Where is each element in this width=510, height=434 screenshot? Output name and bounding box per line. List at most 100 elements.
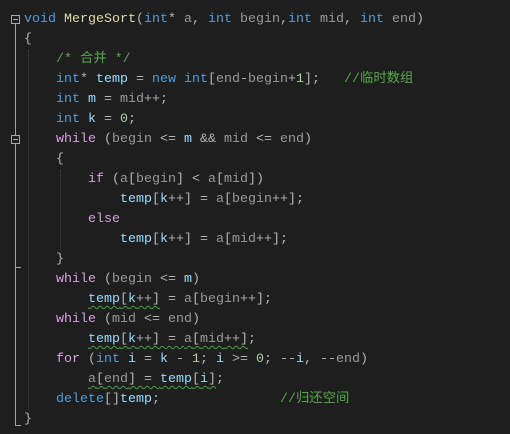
code-line[interactable]: { bbox=[24, 150, 424, 170]
punctuation-token: ]; bbox=[304, 72, 344, 87]
outline-region-end bbox=[15, 267, 21, 268]
code-line[interactable]: temp[k++] = a[mid++]; bbox=[24, 230, 424, 250]
code-line[interactable]: int k = 0; bbox=[24, 110, 424, 130]
punctuation-token: ; bbox=[128, 112, 136, 127]
punctuation-token: <= bbox=[136, 312, 168, 327]
punctuation-token: ; bbox=[216, 372, 224, 387]
punctuation-token: + bbox=[288, 72, 296, 87]
control-keyword-token: while bbox=[56, 272, 104, 287]
warning-squiggle[interactable]: a[end] = temp[i] bbox=[88, 372, 216, 387]
parameter-token: begin bbox=[239, 12, 280, 27]
punctuation-token: ++]; bbox=[240, 292, 272, 307]
parameter-token: mid bbox=[112, 312, 136, 327]
local-variable-token: i bbox=[296, 352, 304, 367]
warning-squiggle[interactable]: temp[k++] = a[mid++] bbox=[88, 332, 248, 347]
code-line[interactable]: /* 合并 */ bbox=[24, 50, 424, 70]
parameter-token: begin bbox=[248, 72, 288, 87]
local-variable-token: m bbox=[184, 132, 192, 147]
local-variable-token: temp bbox=[119, 232, 152, 247]
punctuation-token: ; -- bbox=[264, 352, 296, 367]
code-line[interactable]: if (a[begin] < a[mid]) bbox=[24, 170, 424, 190]
number-literal-token: 0 bbox=[256, 352, 264, 367]
local-variable-token: k bbox=[128, 332, 136, 347]
punctuation-token: ; bbox=[200, 352, 216, 367]
punctuation-token: * bbox=[80, 72, 96, 87]
punctuation-token: [ bbox=[151, 192, 160, 207]
local-variable-token: temp bbox=[120, 392, 152, 407]
collapse-icon[interactable] bbox=[11, 15, 20, 24]
local-variable-token: i bbox=[128, 352, 136, 367]
punctuation-token: ( bbox=[112, 172, 120, 187]
punctuation-token: [ bbox=[120, 332, 128, 347]
code-line[interactable]: } bbox=[24, 410, 424, 430]
local-variable-token: k bbox=[159, 192, 168, 207]
local-variable-token: k bbox=[159, 232, 168, 247]
code-line[interactable]: else bbox=[24, 210, 424, 230]
control-keyword-token: while bbox=[56, 132, 104, 147]
punctuation-token: { bbox=[24, 32, 32, 47]
punctuation-token: ; bbox=[152, 392, 280, 407]
code-line[interactable]: a[end] = temp[i]; bbox=[24, 370, 424, 390]
code-line[interactable]: for (int i = k - 1; i >= 0; --i, --end) bbox=[24, 350, 424, 370]
parameter-token: a bbox=[88, 372, 96, 387]
code-line[interactable]: } bbox=[24, 250, 424, 270]
keyword-token: int bbox=[287, 12, 320, 27]
function-name-token: MergeSort bbox=[64, 12, 136, 27]
punctuation-token: ++] = bbox=[167, 192, 216, 207]
warning-squiggle[interactable]: temp[k++] bbox=[88, 292, 160, 307]
punctuation-token: = bbox=[128, 72, 152, 87]
parameter-token: begin bbox=[112, 272, 152, 287]
local-variable-token: k bbox=[88, 112, 96, 127]
punctuation-token: , bbox=[191, 12, 208, 27]
code-line[interactable]: { bbox=[24, 30, 424, 50]
punctuation-token: [ bbox=[223, 192, 232, 207]
parameter-token: mid bbox=[224, 132, 248, 147]
code-editor[interactable]: void MergeSort(int* a, int begin,int mid… bbox=[0, 0, 510, 434]
punctuation-token: , -- bbox=[304, 352, 336, 367]
comment-token: /* 合并 */ bbox=[56, 52, 131, 67]
parameter-token: end bbox=[216, 72, 240, 87]
punctuation-token: ++] = bbox=[167, 232, 216, 247]
local-variable-token: i bbox=[200, 372, 208, 387]
code-line[interactable]: while (begin <= m) bbox=[24, 270, 424, 290]
control-keyword-token: else bbox=[88, 212, 120, 227]
code-line[interactable]: void MergeSort(int* a, int begin,int mid… bbox=[24, 10, 424, 30]
outline-region-line bbox=[15, 144, 16, 268]
punctuation-token: ( bbox=[88, 352, 96, 367]
code-text-area[interactable]: void MergeSort(int* a, int begin,int mid… bbox=[24, 10, 424, 430]
keyword-token: int bbox=[143, 12, 168, 27]
code-line[interactable]: while (mid <= end) bbox=[24, 310, 424, 330]
parameter-token: begin bbox=[136, 172, 176, 187]
code-line[interactable]: int* temp = new int[end-begin+1]; //临时数组 bbox=[24, 70, 424, 90]
code-line[interactable]: temp[k++] = a[begin++]; bbox=[24, 190, 424, 210]
collapse-icon[interactable] bbox=[11, 135, 20, 144]
local-variable-token: temp bbox=[88, 332, 120, 347]
code-line[interactable]: temp[k++] = a[mid++]; bbox=[24, 330, 424, 350]
code-line[interactable]: while (begin <= m && mid <= end) bbox=[24, 130, 424, 150]
parameter-token: mid bbox=[319, 12, 344, 27]
punctuation-token: >= bbox=[224, 352, 256, 367]
punctuation-token: = bbox=[160, 292, 184, 307]
code-line[interactable]: int m = mid++; bbox=[24, 90, 424, 110]
comment-token: //临时数组 bbox=[344, 72, 414, 87]
parameter-token: mid bbox=[224, 172, 248, 187]
punctuation-token: ] bbox=[208, 372, 216, 387]
number-literal-token: 1 bbox=[192, 352, 200, 367]
local-variable-token: m bbox=[184, 272, 192, 287]
punctuation-token: ++]; bbox=[255, 232, 288, 247]
code-line[interactable]: temp[k++] = a[begin++]; bbox=[24, 290, 424, 310]
code-line[interactable]: delete[]temp; //归还空间 bbox=[24, 390, 424, 410]
punctuation-token: ++] = bbox=[136, 332, 184, 347]
punctuation-token: , bbox=[343, 12, 360, 27]
punctuation-token: ++; bbox=[144, 92, 168, 107]
parameter-token: a bbox=[120, 172, 128, 187]
